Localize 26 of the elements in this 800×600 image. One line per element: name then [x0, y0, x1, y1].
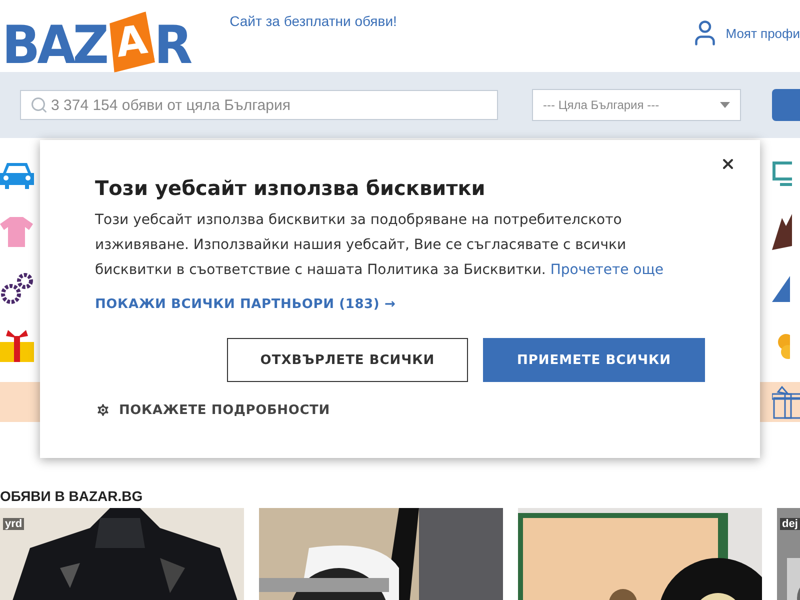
profile-link[interactable]: Моят профи: [690, 18, 800, 48]
bazar-logo[interactable]: BAZ A R: [2, 2, 190, 70]
reject-button[interactable]: ОТХВЪРЛЕТЕ ВСИЧКИ: [227, 338, 468, 382]
dialog-text: Този уебсайт използва бисквитки за подобряване на потребителското изживяване. Използвайки нашия уебсайт, Вие се съгласявате с всички бисквитки в съответствие с нашата Политика за Бисквитки. Прочетете още: [95, 211, 665, 280]
dialog-title: Този уебсайт използва бисквитки: [95, 176, 486, 200]
user-label: dej: [780, 518, 800, 530]
caret-icon: [720, 102, 730, 108]
gift-icon[interactable]: [0, 330, 34, 362]
monitor-icon[interactable]: [772, 160, 792, 188]
gift-box-icon[interactable]: [772, 386, 800, 420]
mountain-icon[interactable]: [772, 214, 792, 250]
accept-button[interactable]: ПРИЕМЕТЕ ВСИЧКИ: [483, 338, 705, 382]
user-label: yrd: [3, 518, 24, 530]
gears-icon[interactable]: [0, 272, 34, 306]
gear-icon: [95, 402, 111, 418]
location-select[interactable]: --- Цяла България ---: [532, 89, 741, 121]
close-button[interactable]: [720, 156, 736, 172]
partners-link[interactable]: ПОКАЖИ ВСИЧКИ ПАРТНЬОРИ (183) →: [95, 297, 396, 312]
car-icon[interactable]: [0, 160, 34, 188]
search-button[interactable]: [772, 89, 800, 121]
search-field[interactable]: 3 374 154 обяви от цяла България: [20, 90, 498, 120]
read-more-link[interactable]: Прочетете още: [550, 262, 664, 278]
section-heading: ОБЯВИ В BAZAR.BG: [0, 488, 144, 504]
tagline: Сайт за безплатни обяви!: [230, 13, 397, 29]
details-toggle[interactable]: ПОКАЖЕТЕ ПОДРОБНОСТИ: [95, 402, 330, 418]
search-icon: [30, 96, 48, 114]
